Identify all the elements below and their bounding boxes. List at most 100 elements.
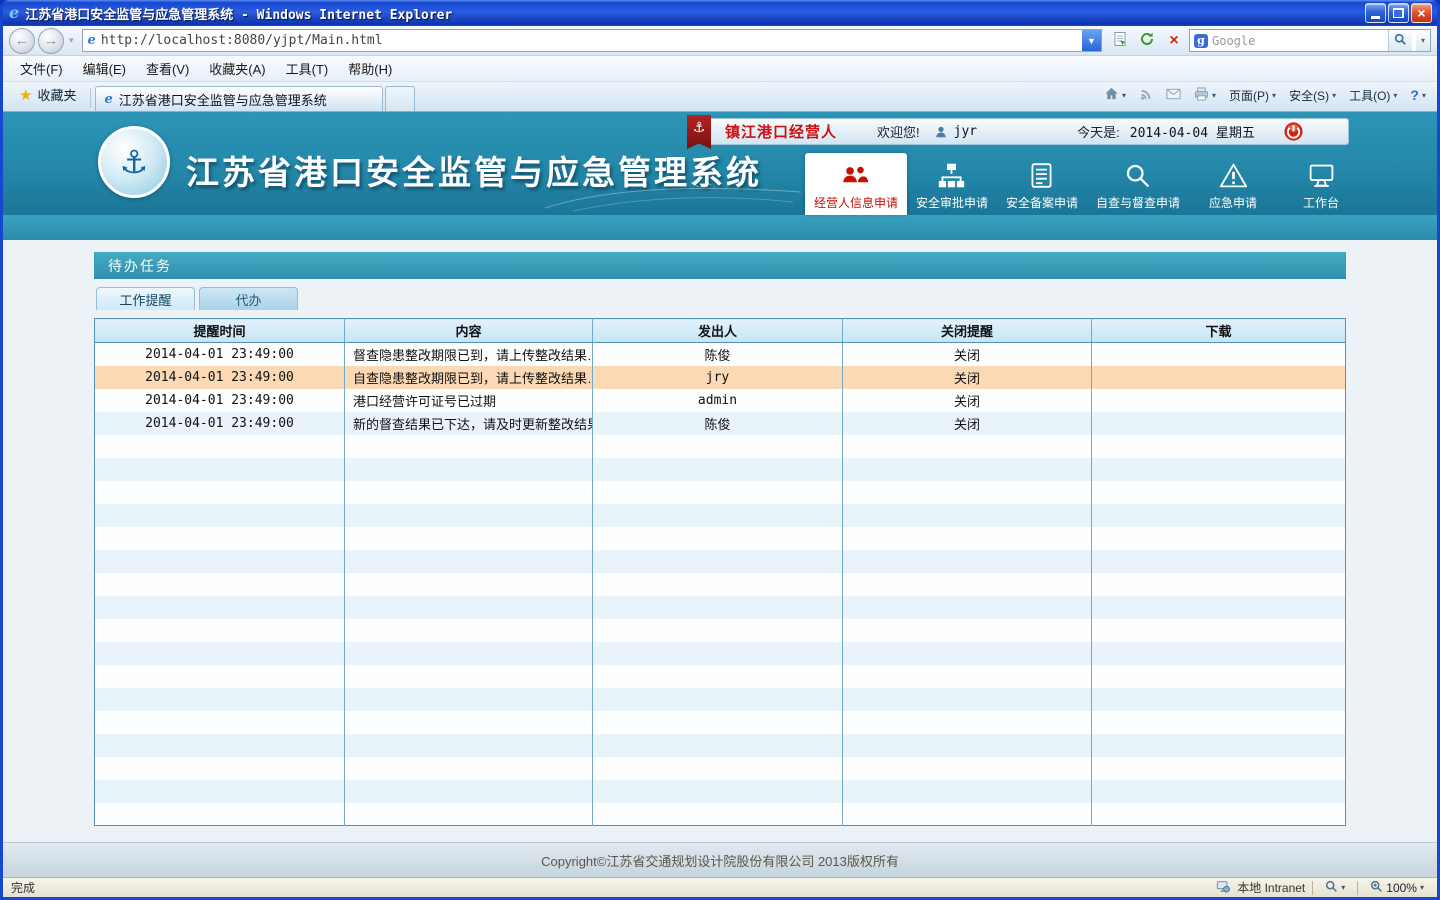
- empty-cell: [345, 504, 593, 527]
- main-navigation: 经营人信息申请 安全审批申请 安全备案申请: [805, 153, 1365, 215]
- table-empty-row: [95, 550, 1346, 573]
- empty-cell: [1092, 619, 1346, 642]
- back-button[interactable]: ←: [9, 28, 35, 54]
- search-input[interactable]: Google: [1212, 34, 1384, 48]
- zoom-magnifier-icon: [1370, 880, 1383, 896]
- nav-item-emergency[interactable]: 应急申请: [1189, 153, 1277, 215]
- cell-content: 自查隐患整改期限已到，请上传整改结果…: [345, 366, 593, 389]
- tab-work-reminder[interactable]: 工作提醒: [96, 287, 195, 310]
- menu-bar: 文件(F) 编辑(E) 查看(V) 收藏夹(A) 工具(T) 帮助(H): [3, 56, 1437, 82]
- table-empty-row: [95, 803, 1346, 826]
- safety-menu-button[interactable]: 安全(S) ▾: [1284, 84, 1341, 107]
- nav-label: 安全备案申请: [1006, 194, 1078, 211]
- zoom-level-button[interactable]: 100% ▾: [1365, 877, 1429, 898]
- read-mail-button[interactable]: [1161, 85, 1186, 106]
- search-dropdown[interactable]: ▾: [1416, 30, 1430, 51]
- home-dropdown-icon: ▾: [1122, 91, 1126, 100]
- zoom-menu-button[interactable]: ▾: [1320, 877, 1350, 898]
- empty-cell: [95, 596, 345, 619]
- menu-tools[interactable]: 工具(T): [277, 56, 338, 81]
- empty-cell: [1092, 527, 1346, 550]
- compatibility-view-button[interactable]: [1108, 29, 1132, 53]
- tab-agency[interactable]: 代办: [199, 287, 298, 310]
- stop-button[interactable]: ×: [1162, 29, 1186, 53]
- nav-item-safety-approval[interactable]: 安全审批申请: [907, 153, 997, 215]
- empty-cell: [843, 458, 1092, 481]
- nav-item-workbench[interactable]: 工作台: [1277, 153, 1365, 215]
- menu-file[interactable]: 文件(F): [11, 56, 72, 81]
- zoom-level-dropdown-icon: ▾: [1420, 883, 1424, 892]
- table-empty-row: [95, 757, 1346, 780]
- panel-title-bar: 待办任务: [94, 252, 1346, 279]
- home-button[interactable]: ▾: [1099, 83, 1131, 107]
- table-row[interactable]: 2014-04-01 23:49:00自查隐患整改期限已到，请上传整改结果…jr…: [95, 366, 1346, 389]
- table-empty-row: [95, 665, 1346, 688]
- todo-table: 提醒时间 内容 发出人 关闭提醒 下载 2014-04-01 23:49:00督…: [94, 318, 1346, 826]
- cell-reminder-time: 2014-04-01 23:49:00: [95, 343, 345, 366]
- table-row[interactable]: 2014-04-01 23:49:00港口经营许可证号已过期admin关闭: [95, 389, 1346, 412]
- forward-button[interactable]: →: [38, 28, 64, 54]
- help-button[interactable]: ? ▾: [1405, 84, 1431, 106]
- window-controls: ×: [1365, 3, 1432, 23]
- cell-content: 新的督查结果已下达，请及时更新整改结果: [345, 412, 593, 435]
- feeds-button[interactable]: [1134, 84, 1158, 107]
- nav-item-self-inspection[interactable]: 自查与督查申请: [1087, 153, 1189, 215]
- close-reminder-link[interactable]: 关闭: [843, 343, 1092, 366]
- table-row[interactable]: 2014-04-01 23:49:00新的督查结果已下达，请及时更新整改结果陈俊…: [95, 412, 1346, 435]
- tab-title: 江苏省港口安全监管与应急管理系统: [119, 90, 327, 109]
- menu-favorites[interactable]: 收藏夹(A): [200, 56, 274, 81]
- close-reminder-link[interactable]: 关闭: [843, 389, 1092, 412]
- cell-download: [1092, 366, 1346, 389]
- empty-cell: [95, 458, 345, 481]
- maximize-restore-button[interactable]: [1388, 3, 1409, 23]
- table-row[interactable]: 2014-04-01 23:49:00督查隐患整改期限已到，请上传整改结果…陈俊…: [95, 343, 1346, 366]
- empty-cell: [1092, 481, 1346, 504]
- tools-menu-button[interactable]: 工具(O) ▾: [1344, 84, 1402, 107]
- empty-cell: [593, 458, 843, 481]
- ie-logo-icon: e: [9, 5, 19, 21]
- history-dropdown[interactable]: ▾: [67, 35, 76, 46]
- browser-tab-active[interactable]: e 江苏省港口安全监管与应急管理系统: [95, 86, 383, 111]
- empty-cell: [345, 642, 593, 665]
- close-button[interactable]: ×: [1411, 3, 1432, 23]
- empty-cell: [95, 665, 345, 688]
- menu-view[interactable]: 查看(V): [137, 56, 198, 81]
- table-empty-row: [95, 481, 1346, 504]
- close-reminder-link[interactable]: 关闭: [843, 366, 1092, 389]
- refresh-button[interactable]: [1135, 29, 1159, 53]
- empty-cell: [593, 435, 843, 458]
- new-tab-stub[interactable]: [385, 86, 415, 111]
- url-text[interactable]: http://localhost:8080/yjpt/Main.html: [101, 33, 1077, 48]
- empty-cell: [95, 435, 345, 458]
- warning-triangle-icon: [1218, 160, 1248, 190]
- page-menu-button[interactable]: 页面(P) ▾: [1224, 84, 1281, 107]
- table-empty-row: [95, 458, 1346, 481]
- address-bar[interactable]: e http://localhost:8080/yjpt/Main.html ▼: [82, 29, 1102, 52]
- star-icon: ★: [19, 86, 32, 104]
- empty-cell: [345, 734, 593, 757]
- print-button[interactable]: ▾: [1189, 84, 1221, 107]
- nav-label: 应急申请: [1209, 194, 1257, 211]
- todo-panel: 待办任务 工作提醒 代办 提醒时间 内容 发出人 关闭: [94, 252, 1346, 826]
- empty-cell: [1092, 504, 1346, 527]
- menu-help[interactable]: 帮助(H): [339, 56, 401, 81]
- address-dropdown[interactable]: ▼: [1082, 30, 1101, 51]
- empty-cell: [593, 665, 843, 688]
- empty-cell: [1092, 573, 1346, 596]
- header-reminder-time: 提醒时间: [95, 319, 345, 343]
- favorites-button[interactable]: ★ 收藏夹: [9, 80, 86, 111]
- menu-edit[interactable]: 编辑(E): [74, 56, 135, 81]
- header-download: 下载: [1092, 319, 1346, 343]
- empty-cell: [593, 757, 843, 780]
- tools-menu-label: 工具(O): [1349, 87, 1390, 104]
- search-box[interactable]: g Google ▾: [1189, 29, 1431, 52]
- username: jyr: [954, 124, 977, 139]
- close-reminder-link[interactable]: 关闭: [843, 412, 1092, 435]
- google-icon: g: [1194, 34, 1208, 48]
- nav-item-safety-filing[interactable]: 安全备案申请: [997, 153, 1087, 215]
- minimize-button[interactable]: [1365, 3, 1386, 23]
- nav-item-operator-info[interactable]: 经营人信息申请: [805, 153, 907, 215]
- search-button[interactable]: [1388, 30, 1412, 51]
- logout-button[interactable]: [1283, 121, 1304, 142]
- header-close-reminder: 关闭提醒: [843, 319, 1092, 343]
